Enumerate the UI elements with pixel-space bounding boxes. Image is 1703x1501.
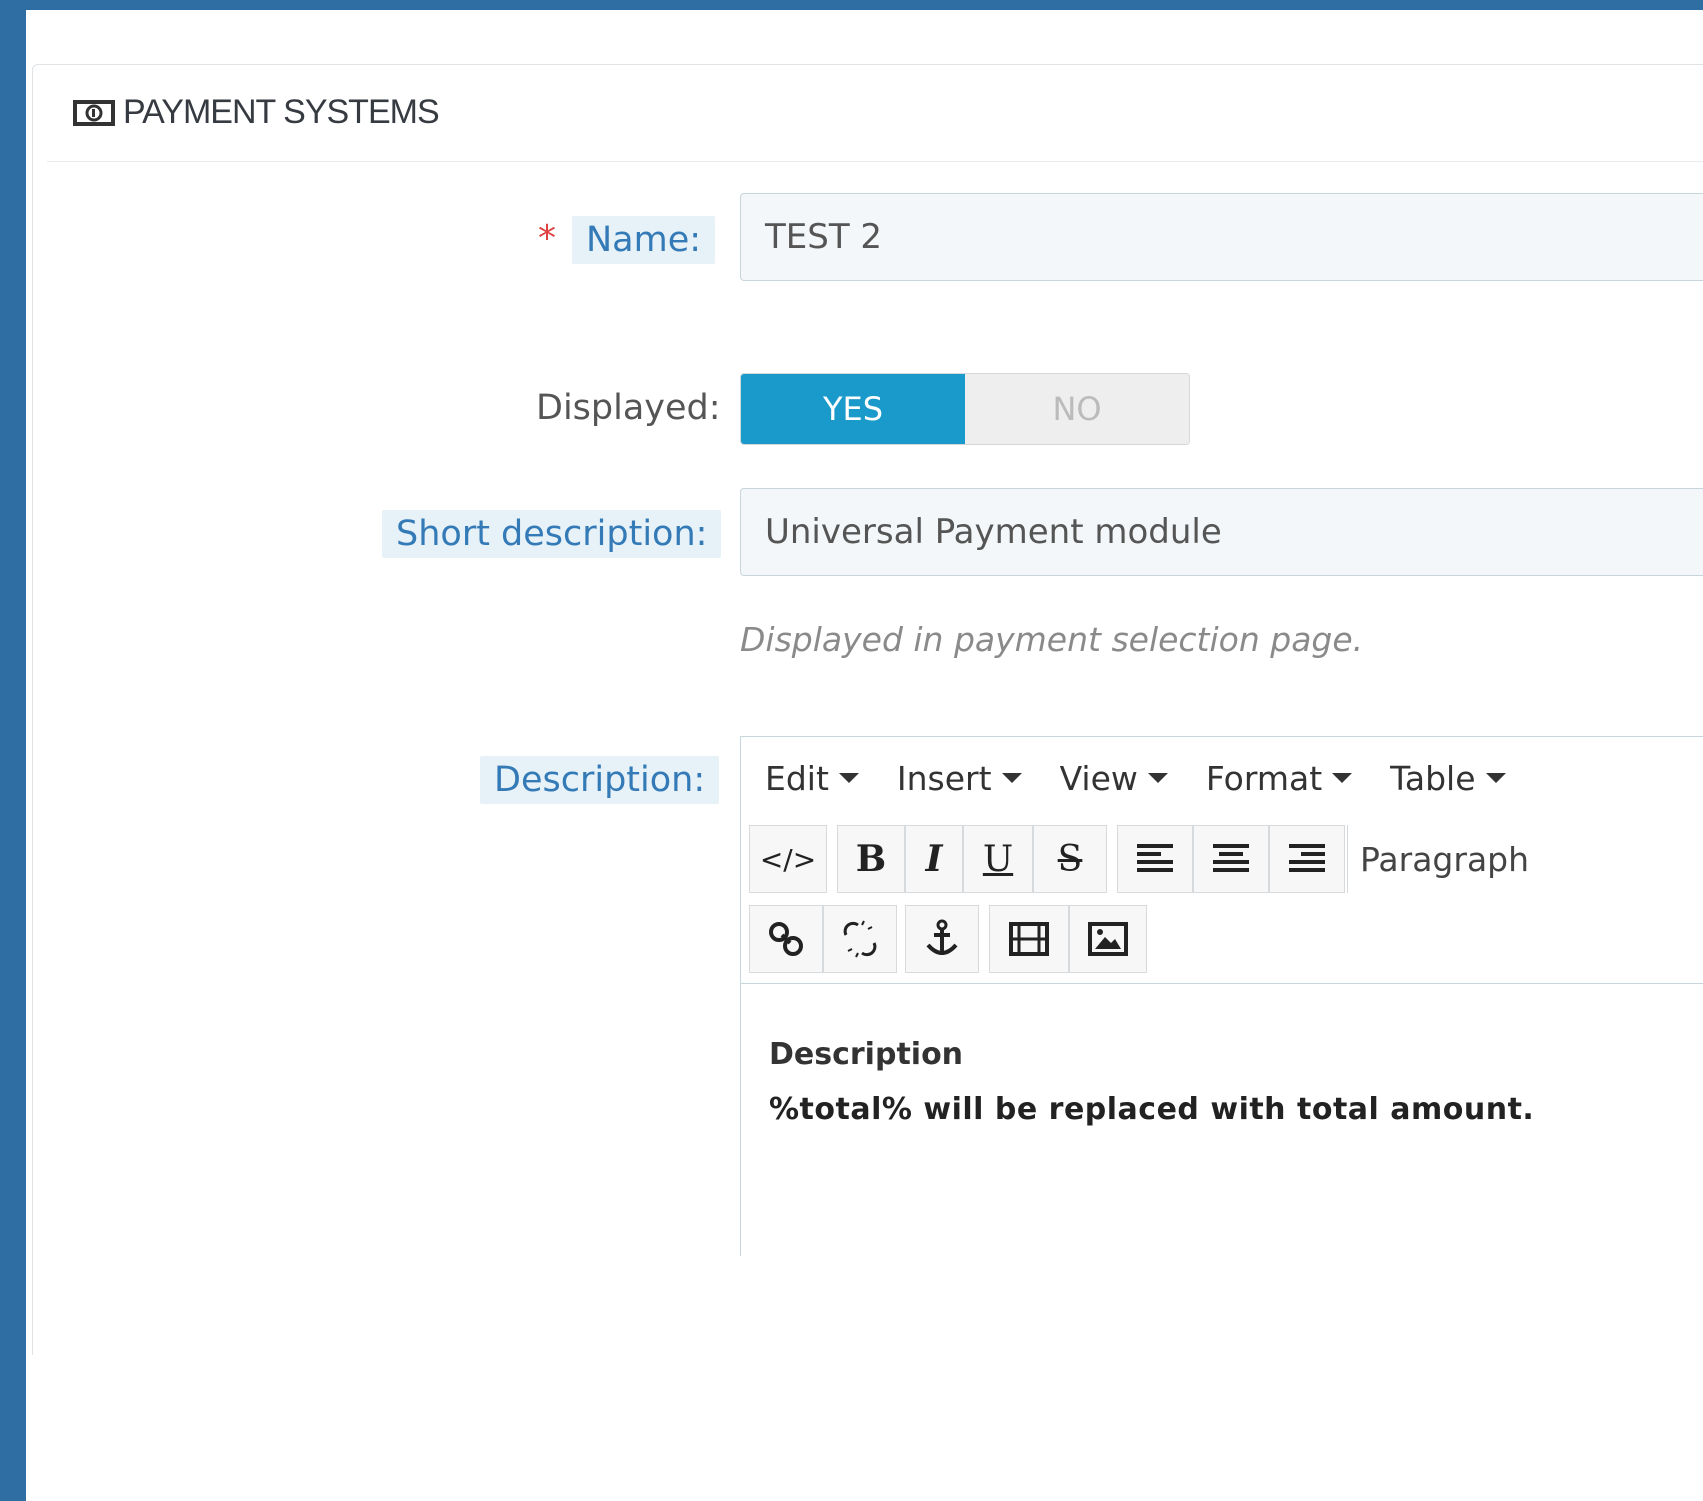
- chevron-down-icon: [1001, 773, 1022, 783]
- displayed-toggle[interactable]: YES NO: [740, 373, 1190, 445]
- menu-format-label: Format: [1205, 758, 1323, 798]
- insert-anchor-button[interactable]: [905, 905, 979, 973]
- italic-button[interactable]: I: [905, 825, 963, 893]
- image-icon: [1088, 922, 1128, 956]
- chevron-down-icon: [1332, 773, 1353, 783]
- film-icon: [1009, 922, 1049, 956]
- underline-icon: U: [982, 838, 1014, 880]
- displayed-no-option[interactable]: NO: [965, 374, 1189, 444]
- name-input-value: TEST 2: [765, 217, 883, 257]
- displayed-label: Displayed:: [536, 388, 721, 428]
- strikethrough-icon: S: [1057, 838, 1083, 880]
- anchor-icon: [926, 919, 958, 955]
- align-left-icon: [1137, 844, 1173, 872]
- chevron-down-icon: [1147, 773, 1168, 783]
- description-label: Description:: [480, 756, 720, 804]
- align-center-button[interactable]: [1193, 825, 1269, 893]
- menu-view[interactable]: View: [1060, 759, 1168, 798]
- menu-edit-label: Edit: [765, 758, 829, 798]
- editor-content-heading: Description: [769, 1037, 964, 1072]
- description-editor: Edit Insert View Format Table </> B I U …: [740, 736, 1703, 1256]
- money-icon: [73, 99, 115, 127]
- editor-menubar: Edit Insert View Format Table: [741, 737, 1703, 819]
- short-description-input-value: Universal Payment module: [765, 512, 1222, 552]
- editor-toolbar: </> B I U S Paragraph: [741, 823, 1703, 983]
- insert-image-button[interactable]: [1069, 905, 1147, 973]
- paragraph-format-select[interactable]: Paragraph: [1347, 825, 1529, 893]
- menu-table[interactable]: Table: [1390, 758, 1506, 798]
- align-right-button[interactable]: [1269, 825, 1345, 893]
- insert-link-button[interactable]: [749, 905, 823, 973]
- chevron-down-icon: [838, 773, 859, 783]
- panel-title-text: PAYMENT SYSTEMS: [123, 93, 440, 131]
- bold-button[interactable]: B: [837, 825, 905, 893]
- chevron-down-icon: [1485, 773, 1506, 783]
- source-code-button[interactable]: </>: [749, 825, 827, 893]
- remove-link-button[interactable]: [823, 905, 897, 973]
- paragraph-format-label: Paragraph: [1360, 839, 1530, 879]
- editor-content-text: %total% will be replaced with total amou…: [769, 1092, 1535, 1127]
- panel-title: PAYMENT SYSTEMS: [73, 93, 440, 132]
- italic-icon: I: [925, 838, 943, 880]
- panel-header: PAYMENT SYSTEMS: [47, 65, 1703, 162]
- displayed-yes-option[interactable]: YES: [741, 374, 965, 444]
- align-center-icon: [1213, 844, 1249, 872]
- name-label: Name:: [572, 216, 716, 264]
- toolbar-divider: [741, 983, 1703, 984]
- menu-edit[interactable]: Edit: [765, 759, 859, 798]
- underline-button[interactable]: U: [963, 825, 1033, 893]
- unlink-icon: [843, 920, 877, 958]
- menu-view-label: View: [1059, 758, 1138, 798]
- name-input[interactable]: TEST 2: [740, 193, 1703, 281]
- strikethrough-button[interactable]: S: [1033, 825, 1107, 893]
- short-description-hint: Displayed in payment selection page.: [740, 620, 1364, 659]
- align-right-icon: [1289, 844, 1325, 872]
- editor-content-area[interactable]: Description %total% will be replaced wit…: [769, 1037, 1534, 1127]
- short-description-input[interactable]: Universal Payment module: [740, 488, 1703, 576]
- menu-insert-label: Insert: [896, 758, 992, 798]
- menu-insert[interactable]: Insert: [897, 759, 1022, 798]
- required-asterisk: *: [538, 218, 556, 259]
- menu-format[interactable]: Format: [1205, 758, 1353, 798]
- source-code-icon: </>: [759, 842, 817, 876]
- bold-icon: B: [855, 838, 887, 880]
- top-bar: [0, 0, 1703, 10]
- link-icon: [769, 922, 803, 956]
- align-left-button[interactable]: [1117, 825, 1193, 893]
- menu-table-label: Table: [1390, 758, 1476, 798]
- page: PAYMENT SYSTEMS * Name: TEST 2 Displayed…: [26, 10, 1703, 1501]
- insert-video-button[interactable]: [989, 905, 1069, 973]
- short-description-label: Short description:: [382, 510, 722, 558]
